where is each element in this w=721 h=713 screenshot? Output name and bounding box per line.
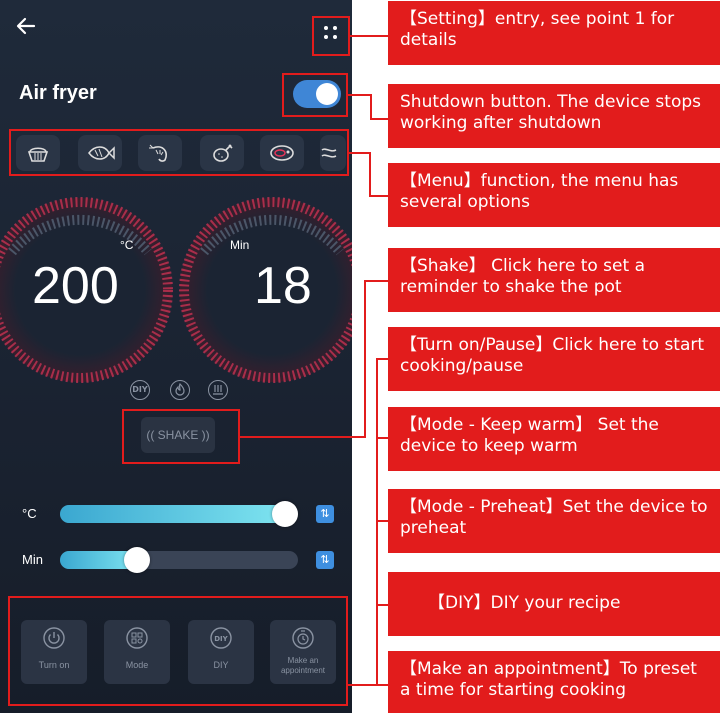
highlight-bottom <box>8 596 348 706</box>
connector-3a <box>349 152 371 154</box>
connector-2a <box>348 94 372 96</box>
back-arrow-icon[interactable] <box>14 14 40 40</box>
connector-2c <box>370 118 388 120</box>
connector-2b <box>370 94 372 119</box>
time-value: 18 <box>254 257 312 315</box>
connector-8 <box>376 604 388 606</box>
annotation-appointment: 【Make an appointment】To preset a time fo… <box>388 651 720 713</box>
page-title: Air fryer <box>19 82 97 104</box>
connector-4a <box>240 436 366 438</box>
mode-icons: DIY <box>130 380 228 400</box>
highlight-menu <box>9 129 349 176</box>
temp-slider[interactable] <box>60 501 298 527</box>
connector-3c <box>369 195 388 197</box>
temp-unit: °C <box>120 238 134 252</box>
temp-slider-thumb[interactable] <box>272 501 298 527</box>
connector-5 <box>376 358 388 360</box>
connector-3b <box>369 152 371 196</box>
connector-4c <box>364 280 388 282</box>
connector-7 <box>376 520 388 522</box>
temp-slider-fill <box>60 505 285 523</box>
heat-icon <box>208 380 228 400</box>
temp-adjust-icon[interactable]: ⇅ <box>316 505 334 523</box>
connector-1 <box>350 35 388 37</box>
time-unit: Min <box>230 238 250 252</box>
time-slider-thumb[interactable] <box>124 547 150 573</box>
highlight-settings <box>312 16 350 56</box>
annotation-menu: 【Menu】function, the menu has several opt… <box>388 163 720 227</box>
diy-mini-icon: DIY <box>130 380 150 400</box>
annotation-turn-on: 【Turn on/Pause】Click here to start cooki… <box>388 327 720 391</box>
annotation-keep-warm: 【Mode - Keep warm】 Set the device to kee… <box>388 407 720 471</box>
annotation-diy: 【DIY】DIY your recipe <box>388 572 720 636</box>
highlight-power <box>282 73 348 117</box>
gauges: °C 200 Min 18 <box>0 190 352 390</box>
flame-icon <box>170 380 190 400</box>
time-adjust-icon[interactable]: ⇅ <box>316 551 334 569</box>
connector-9 <box>348 684 388 686</box>
annotation-power: Shutdown button. The device stops workin… <box>388 84 720 148</box>
annotation-shake: 【Shake】 Click here to set a reminder to … <box>388 248 720 312</box>
connector-6 <box>376 437 388 439</box>
annotation-preheat: 【Mode - Preheat】Set the device to prehea… <box>388 489 720 553</box>
annotation-setting: 【Setting】entry, see point 1 for details <box>388 1 720 65</box>
time-slider[interactable] <box>60 547 298 573</box>
time-slider-label: Min <box>22 552 43 567</box>
temp-slider-label: °C <box>22 506 37 521</box>
highlight-shake <box>122 409 240 464</box>
connector-4b <box>364 280 366 438</box>
temp-value: 200 <box>32 257 119 315</box>
